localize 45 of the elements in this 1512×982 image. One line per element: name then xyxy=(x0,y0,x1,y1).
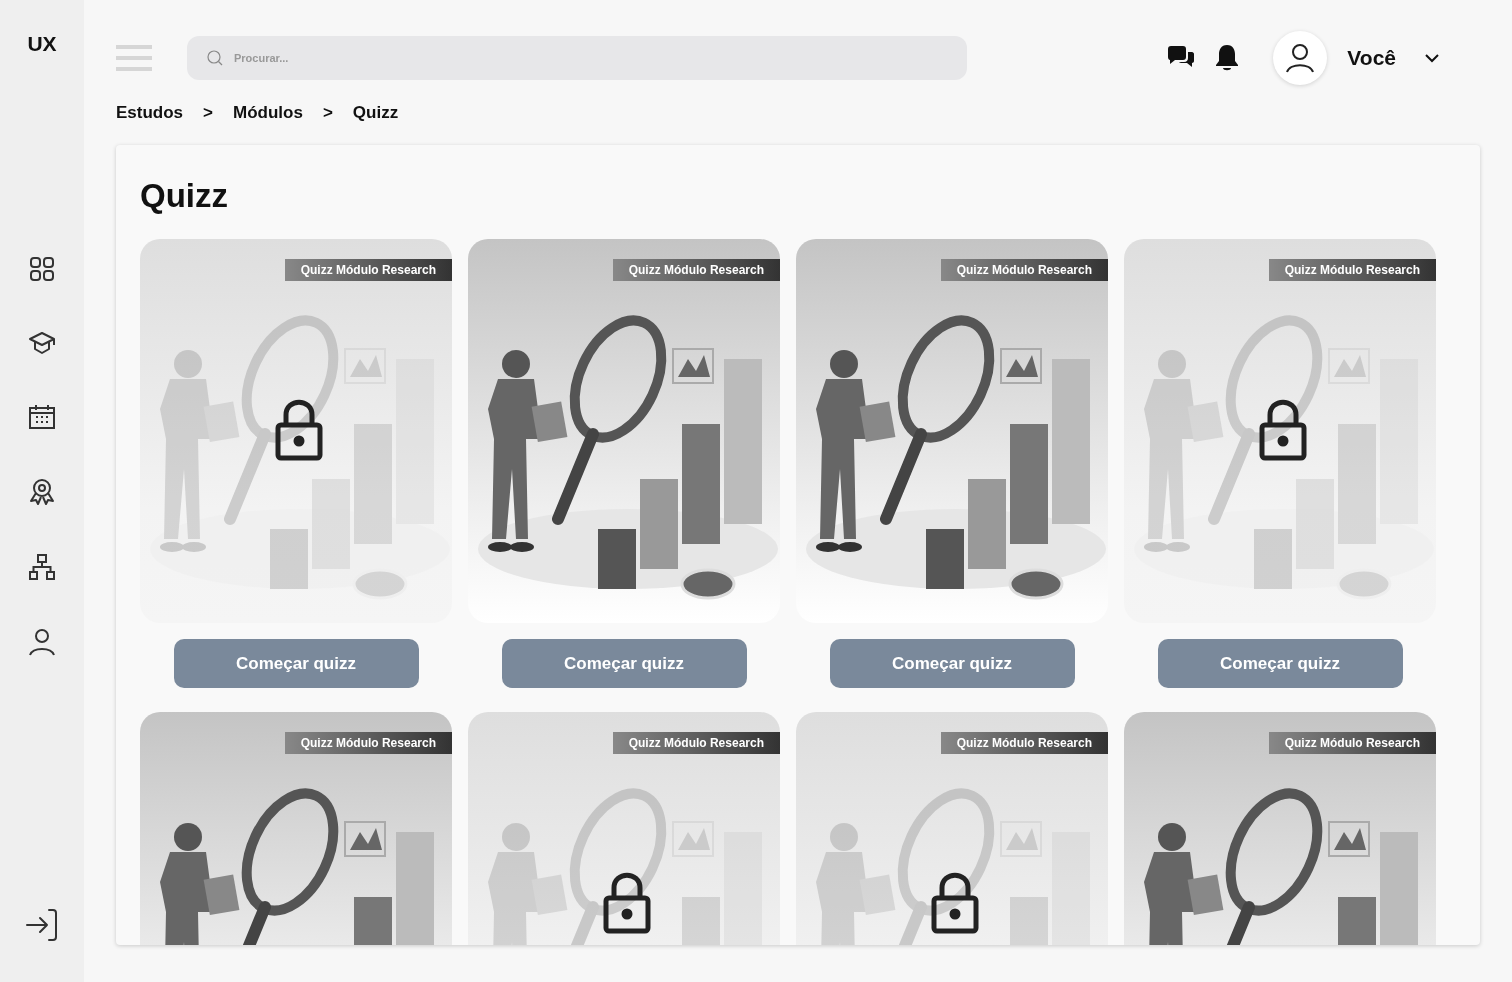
card-image[interactable]: Quizz Módulo Research xyxy=(1124,712,1436,945)
lock-icon xyxy=(1259,399,1307,461)
card-image[interactable]: Quizz Módulo Research xyxy=(468,239,780,623)
card-image[interactable]: Quizz Módulo Research xyxy=(140,712,452,945)
chat-icon[interactable] xyxy=(1167,45,1196,70)
breadcrumb-item[interactable]: > xyxy=(322,103,333,123)
start-quiz-button[interactable]: Começar quizz xyxy=(173,639,419,688)
card-tag: Quizz Módulo Research xyxy=(940,259,1108,281)
grid-icon[interactable] xyxy=(29,256,55,282)
card-image[interactable]: Quizz Módulo Research xyxy=(468,712,780,945)
logout-icon[interactable] xyxy=(25,908,59,942)
user-icon xyxy=(1285,42,1316,73)
logo: UX xyxy=(27,32,57,56)
lock-icon xyxy=(275,399,323,461)
breadcrumb-item[interactable]: Estudos xyxy=(116,103,184,123)
breadcrumb-item[interactable]: > xyxy=(203,103,213,123)
bell-icon[interactable] xyxy=(1215,43,1240,72)
award-icon[interactable] xyxy=(29,478,55,506)
card-image[interactable]: Quizz Módulo Research xyxy=(796,239,1108,623)
lock-icon xyxy=(603,872,651,934)
start-quiz-button[interactable]: Começar quizz xyxy=(501,639,747,688)
card-image[interactable]: Quizz Módulo Research xyxy=(796,712,1108,945)
sitemap-icon[interactable] xyxy=(28,554,56,580)
card-tag: Quizz Módulo Research xyxy=(1268,732,1436,754)
start-quiz-button[interactable]: Começar quizz xyxy=(829,639,1075,688)
avatar[interactable] xyxy=(1273,30,1328,85)
user-name[interactable]: Você xyxy=(1347,45,1396,70)
card-tag: Quizz Módulo Research xyxy=(612,732,780,754)
search-field[interactable]: Procurar... xyxy=(187,35,967,80)
breadcrumb-item[interactable]: Módulos xyxy=(233,103,303,123)
card-tag: Quizz Módulo Research xyxy=(284,732,452,754)
calendar-icon[interactable] xyxy=(28,404,56,430)
graduation-cap-icon[interactable] xyxy=(28,330,56,356)
start-quiz-button[interactable]: Começar quizz xyxy=(1157,639,1403,688)
chevron-down-icon[interactable] xyxy=(1424,52,1440,63)
card-tag: Quizz Módulo Research xyxy=(940,732,1108,754)
breadcrumb-item[interactable]: Quizz xyxy=(352,103,399,123)
page-title: Quizz xyxy=(140,177,229,215)
user-icon[interactable] xyxy=(28,628,56,656)
card-image[interactable]: Quizz Módulo Research xyxy=(140,239,452,623)
card-tag: Quizz Módulo Research xyxy=(1268,259,1436,281)
card-image[interactable]: Quizz Módulo Research xyxy=(1124,239,1436,623)
card-tag: Quizz Módulo Research xyxy=(284,259,452,281)
lock-icon xyxy=(931,872,979,934)
card-tag: Quizz Módulo Research xyxy=(612,259,780,281)
